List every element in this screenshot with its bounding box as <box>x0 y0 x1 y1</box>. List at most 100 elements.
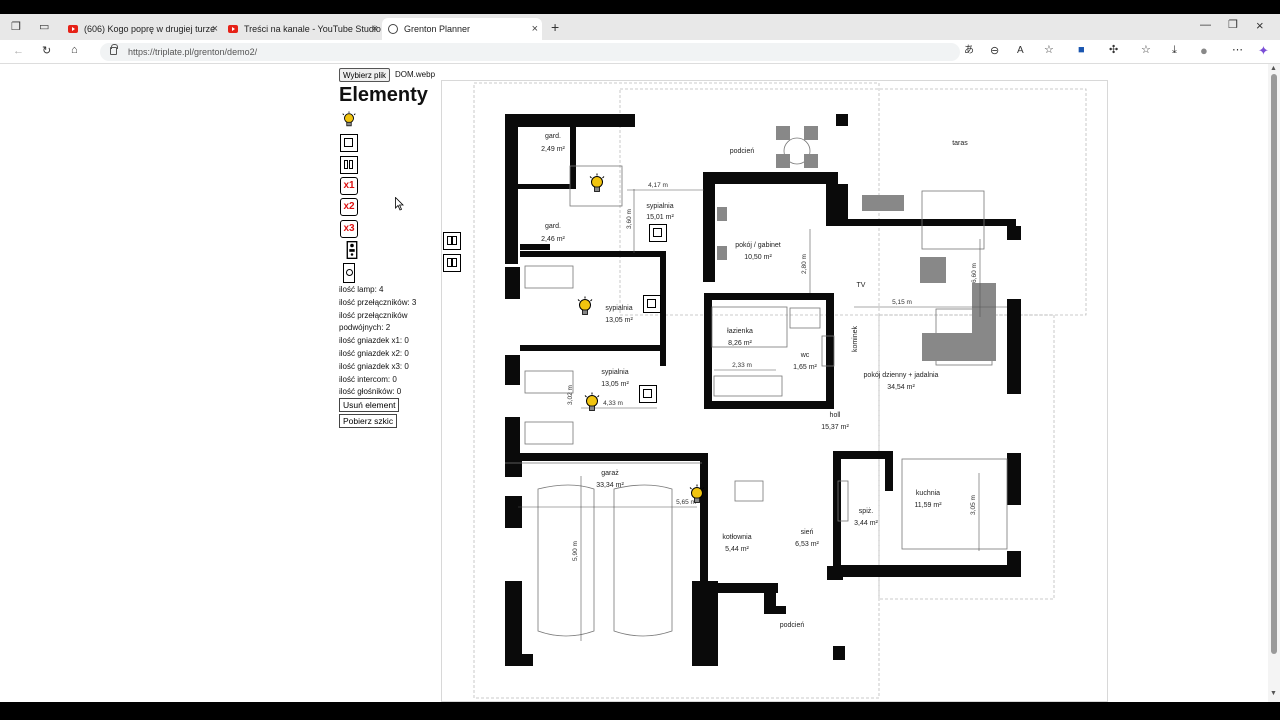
download-sketch-button[interactable]: Pobierz szkic <box>339 414 398 428</box>
tab-actions-icon[interactable]: ▭ <box>39 22 49 33</box>
back-icon[interactable]: ← <box>13 46 24 57</box>
intercom-icon[interactable] <box>343 241 361 259</box>
globe-icon <box>388 24 398 34</box>
tab-label: Treści na kanale - YouTube Studio <box>244 24 381 34</box>
room-area: 10,50 m² <box>744 254 772 261</box>
downloads-icon[interactable]: ⤓ <box>1172 45 1177 56</box>
tab-label: Grenton Planner <box>404 24 471 34</box>
choose-file-button[interactable]: Wybierz plik <box>339 68 391 82</box>
room-label: taras <box>952 140 968 147</box>
remove-element-button[interactable]: Usuń element <box>339 398 400 412</box>
stat-intercom: ilość intercom: 0 <box>339 374 397 384</box>
page: Wybierz plik DOM.webp Elementy x1 x2 x3 … <box>0 64 1268 702</box>
room-area: 13,05 m² <box>601 381 629 388</box>
socket-x1-tool[interactable]: x1 <box>340 177 358 195</box>
placed-lamp-icon[interactable] <box>688 484 706 506</box>
extension-icon[interactable]: ■ <box>1078 45 1085 56</box>
placed-switch-icon[interactable] <box>649 224 667 242</box>
svg-text:4,33 m: 4,33 m <box>603 400 623 407</box>
floor-plan-drawing: gard. 2,49 m² gard. 2,46 m² sypialnia 15… <box>473 82 1087 699</box>
room-label: spiż. <box>859 508 873 515</box>
room-label: garaż <box>601 470 619 477</box>
new-tab-icon[interactable]: + <box>551 20 559 34</box>
home-icon[interactable]: ⌂ <box>71 45 78 56</box>
youtube-icon <box>228 25 238 33</box>
room-area: 6,53 m² <box>795 541 819 548</box>
os-top-bar <box>0 0 1280 14</box>
room-area: 15,01 m² <box>646 214 674 221</box>
stat-double-switches: ilość przełączników podwójnych: 2 <box>339 310 408 333</box>
close-icon[interactable]: × <box>372 23 378 35</box>
placed-lamp-icon[interactable] <box>576 296 594 318</box>
workspaces-icon[interactable]: ❐ <box>11 22 21 33</box>
room-area: 1,65 m² <box>793 364 817 371</box>
room-label: podcień <box>780 622 805 629</box>
placed-lamp-icon[interactable] <box>588 173 606 195</box>
socket-x3-tool[interactable]: x3 <box>340 220 358 238</box>
url-text: https://triplate.pl/grenton/demo2/ <box>128 47 258 57</box>
close-icon[interactable]: × <box>532 23 538 35</box>
room-label: sypialnia <box>646 203 673 210</box>
file-name: DOM.webp <box>395 70 436 79</box>
menu-dots-icon[interactable]: ⋯ <box>1232 45 1243 56</box>
double-switch-icon[interactable] <box>340 156 358 174</box>
placed-double-switch-icon[interactable] <box>443 232 461 250</box>
stat-sockets-x1: ilość gniazdek x1: 0 <box>339 336 409 346</box>
copilot-icon[interactable]: ✦ <box>1258 44 1269 57</box>
read-aloud-icon[interactable]: A <box>1017 46 1024 56</box>
zoom-icon[interactable]: ⊖ <box>990 46 999 57</box>
svg-text:3,05 m: 3,05 m <box>970 495 977 515</box>
url-field[interactable]: https://triplate.pl/grenton/demo2/ <box>100 43 960 61</box>
restore-icon[interactable]: ❐ <box>1228 20 1238 31</box>
speaker-icon[interactable] <box>343 263 355 283</box>
close-icon[interactable]: × <box>212 23 218 35</box>
minimize-icon[interactable]: — <box>1200 20 1211 31</box>
room-label: wc <box>800 352 810 359</box>
single-switch-icon[interactable] <box>340 134 358 152</box>
room-area: 11,59 m² <box>914 502 942 509</box>
placed-double-switch-icon[interactable] <box>443 254 461 272</box>
translate-icon[interactable]: あ <box>964 46 974 56</box>
placed-switch-icon[interactable] <box>643 295 661 313</box>
scroll-up-icon[interactable]: ▲ <box>1270 65 1277 72</box>
address-bar: ← ↻ ⌂ https://triplate.pl/grenton/demo2/… <box>0 40 1280 64</box>
room-area: 2,49 m² <box>541 146 565 153</box>
svg-text:5,90 m: 5,90 m <box>572 541 579 561</box>
extensions-puzzle-icon[interactable]: ✣ <box>1109 45 1118 56</box>
room-area: 8,26 m² <box>728 340 752 347</box>
socket-x2-tool[interactable]: x2 <box>340 198 358 216</box>
stat-sockets-x2: ilość gniazdek x2: 0 <box>339 348 409 358</box>
tab-grenton-planner[interactable]: Grenton Planner × <box>382 18 542 40</box>
tab-youtube-studio[interactable]: Treści na kanale - YouTube Studio × <box>222 18 382 40</box>
scroll-down-icon[interactable]: ▼ <box>1270 690 1277 697</box>
stat-sockets-x3: ilość gniazdek x3: 0 <box>339 361 409 371</box>
placed-lamp-icon[interactable] <box>583 392 601 414</box>
floor-plan-canvas[interactable]: gard. 2,49 m² gard. 2,46 m² sypialnia 15… <box>441 80 1108 702</box>
room-label: gard. <box>545 223 561 230</box>
os-bottom-bar <box>0 702 1280 720</box>
room-label: kotłownia <box>722 534 751 541</box>
room-label: sień <box>801 529 814 536</box>
lock-icon <box>110 44 118 55</box>
favorite-star-icon[interactable]: ☆ <box>1044 45 1054 56</box>
page-scrollbar[interactable]: ▲ ▼ <box>1268 64 1280 702</box>
window-close-icon[interactable]: × <box>1256 19 1264 32</box>
room-area: 34,54 m² <box>887 384 915 391</box>
room-label: podcień <box>730 148 755 155</box>
tab-youtube-video[interactable]: (606) Kogo poprę w drugiej turze × <box>62 18 222 40</box>
room-label: holl <box>830 412 841 419</box>
favorites-icon[interactable]: ☆ <box>1141 45 1151 56</box>
room-area: 2,46 m² <box>541 236 565 243</box>
placed-switch-icon[interactable] <box>639 385 657 403</box>
tab-label: (606) Kogo poprę w drugiej turze <box>84 24 216 34</box>
room-label: gard. <box>545 133 561 140</box>
profile-avatar-icon[interactable]: ● <box>1200 44 1208 57</box>
svg-text:5,15 m: 5,15 m <box>892 299 912 306</box>
lamp-icon[interactable] <box>340 111 358 129</box>
reload-icon[interactable]: ↻ <box>42 46 51 57</box>
svg-text:3,02 m: 3,02 m <box>567 385 574 405</box>
room-area: 33,34 m² <box>596 482 624 489</box>
scroll-thumb[interactable] <box>1271 74 1277 654</box>
youtube-icon <box>68 25 78 33</box>
stat-switches: ilość przełączników: 3 <box>339 297 417 307</box>
